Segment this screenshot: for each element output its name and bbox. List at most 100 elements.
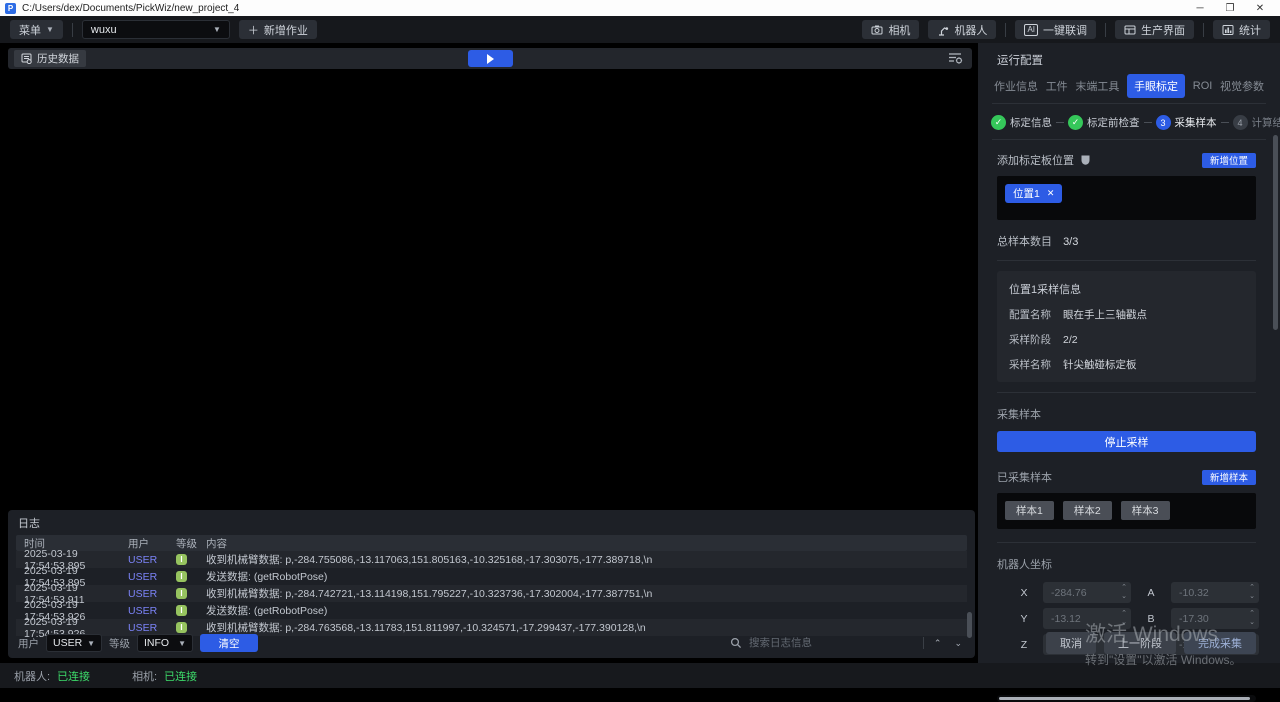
axis-label-b: B [1139, 613, 1163, 625]
robot-status-label: 机器人: [14, 668, 50, 684]
sampling-info-title: 位置1采样信息 [1009, 281, 1244, 297]
history-data-label: 历史数据 [37, 51, 79, 66]
result-scroll-track[interactable] [997, 695, 1256, 702]
production-label: 生产界面 [1141, 22, 1185, 38]
cancel-button[interactable]: 取消 [1046, 632, 1096, 654]
collect-samples-label: 采集样本 [997, 406, 1256, 422]
minimize-button[interactable]: ─ [1185, 3, 1215, 14]
log-search-input[interactable] [749, 637, 916, 649]
panel-footer: 取消 上一阶段 完成采集 [1046, 632, 1256, 654]
previous-stage-button[interactable]: 上一阶段 [1104, 632, 1176, 654]
production-ui-button[interactable]: 生产界面 [1115, 20, 1194, 39]
run-button[interactable] [468, 50, 513, 67]
log-user: USER [128, 571, 176, 583]
robot-coords-label: 机器人坐标 [997, 556, 1256, 572]
close-icon[interactable]: ✕ [1047, 188, 1055, 199]
log-scrollbar[interactable] [967, 612, 972, 638]
tab-workpiece[interactable]: 工件 [1046, 78, 1068, 94]
camera-status-label: 相机: [132, 668, 157, 684]
search-icon [730, 637, 742, 649]
tab-hand-eye-calibration[interactable]: 手眼标定 [1127, 74, 1185, 98]
tab-roi[interactable]: ROI [1193, 80, 1213, 92]
log-content: 发送数据: (getRobotPose) [206, 603, 967, 618]
tab-end-tool[interactable]: 末端工具 [1075, 78, 1119, 94]
step-label-calib-info[interactable]: 标定信息 [1010, 115, 1052, 130]
sample-chip[interactable]: 样本3 [1121, 501, 1170, 520]
camera-button[interactable]: 相机 [862, 20, 919, 39]
result-scroll-thumb[interactable] [999, 697, 1250, 700]
divider [992, 139, 1266, 140]
level-filter-select[interactable]: INFO ▼ [137, 634, 193, 652]
window-title: C:/Users/dex/Documents/PickWiz/new_proje… [22, 3, 239, 14]
coord-value-b[interactable] [1171, 608, 1259, 629]
user-filter-select[interactable]: USER ▼ [46, 634, 102, 652]
new-job-button[interactable]: ＋ 新增作业 [239, 20, 317, 39]
statusbar: 机器人: 已连接 相机: 已连接 [0, 663, 1280, 688]
tab-vision-params[interactable]: 视觉参数 [1220, 78, 1264, 94]
maximize-button[interactable]: ❐ [1215, 3, 1245, 14]
spinner-arrows[interactable]: ⌃⌄ [1249, 609, 1255, 627]
shield-help-icon[interactable] [1080, 154, 1091, 166]
tab-job-info[interactable]: 作业信息 [994, 78, 1038, 94]
sample-chip[interactable]: 样本2 [1063, 501, 1112, 520]
spinner-arrows[interactable]: ⌃⌄ [1249, 583, 1255, 601]
spinner-arrows[interactable]: ⌃⌄ [1121, 609, 1127, 627]
coord-value-x[interactable] [1043, 582, 1131, 603]
position-tag-label: 位置1 [1013, 186, 1040, 201]
log-row[interactable]: 2025-03-19 17:54:53,895 USER I 发送数据: (ge… [16, 568, 967, 585]
col-user: 用户 [128, 536, 176, 551]
app-icon: P [5, 3, 16, 14]
run-config-panel: 运行配置 作业信息 工件 末端工具 手眼标定 ROI 视觉参数 ✓ 标定信息 ✓… [978, 43, 1280, 663]
step-label-compute-result[interactable]: 计算结果 [1252, 115, 1280, 130]
stop-sampling-button[interactable]: 停止采样 [997, 431, 1256, 452]
close-button[interactable]: ✕ [1245, 3, 1275, 14]
bar-chart-icon [1222, 24, 1234, 36]
add-sample-button[interactable]: 新增样本 [1202, 470, 1256, 485]
log-row[interactable]: 2025-03-19 17:54:53,895 USER I 收到机械臂数据: … [16, 551, 967, 568]
coord-input-b: ⌃⌄ [1171, 608, 1259, 629]
spinner-arrows[interactable]: ⌃⌄ [1121, 583, 1127, 601]
job-select[interactable]: wuxu ▼ [82, 20, 230, 39]
log-user: USER [128, 588, 176, 600]
sample-chip[interactable]: 样本1 [1005, 501, 1054, 520]
statistics-button[interactable]: 统计 [1213, 20, 1270, 39]
log-user: USER [128, 622, 176, 634]
info-level-icon: I [176, 571, 187, 582]
step-label-collect-samples[interactable]: 采集样本 [1175, 115, 1217, 130]
total-samples-row: 总样本数目 3/3 [997, 233, 1256, 249]
window-controls: ─ ❐ ✕ [1185, 3, 1275, 14]
filter-settings-icon [948, 51, 963, 65]
config-name-row: 配置名称眼在手上三轴戳点 [1009, 307, 1244, 322]
search-next-icon[interactable]: ⌄ [951, 638, 965, 649]
finish-collect-button[interactable]: 完成采集 [1184, 632, 1256, 654]
step-done-icon: ✓ [991, 115, 1006, 130]
one-key-debug-button[interactable]: AI 一键联调 [1015, 20, 1096, 39]
position-list-box: 位置1 ✕ [997, 176, 1256, 220]
config-tabs: 作业信息 工件 末端工具 手眼标定 ROI 视觉参数 [992, 78, 1266, 104]
coord-value-y[interactable] [1043, 608, 1131, 629]
panel-scrollbar[interactable] [1273, 135, 1278, 330]
sampling-name-label: 采样名称 [1009, 359, 1051, 371]
position-tag[interactable]: 位置1 ✕ [1005, 184, 1062, 203]
display-settings-button[interactable] [948, 51, 963, 65]
robot-button[interactable]: 机器人 [928, 20, 996, 39]
log-row[interactable]: 2025-03-19 17:54:53,911 USER I 收到机械臂数据: … [16, 585, 967, 602]
step-connector [1144, 122, 1152, 123]
step-connector [1056, 122, 1064, 123]
add-position-button[interactable]: 新增位置 [1202, 153, 1256, 168]
step-label-precheck[interactable]: 标定前检查 [1087, 115, 1140, 130]
one-key-label: 一键联调 [1043, 22, 1087, 38]
search-prev-icon[interactable]: ⌃ [931, 638, 945, 649]
coord-value-a[interactable] [1171, 582, 1259, 603]
divider [923, 637, 924, 649]
chevron-down-icon: ▼ [46, 25, 54, 34]
history-data-button[interactable]: 历史数据 [14, 50, 86, 67]
clear-log-button[interactable]: 清空 [200, 634, 258, 652]
menu-dropdown[interactable]: 菜单 ▼ [10, 20, 63, 39]
config-name-value: 眼在手上三轴戳点 [1063, 309, 1147, 321]
info-level-icon: I [176, 554, 187, 565]
sampling-name-value: 针尖触碰标定板 [1063, 359, 1137, 371]
total-samples-value: 3/3 [1063, 236, 1078, 248]
log-row[interactable]: 2025-03-19 17:54:53,926 USER I 发送数据: (ge… [16, 602, 967, 619]
log-content: 发送数据: (getRobotPose) [206, 569, 967, 584]
